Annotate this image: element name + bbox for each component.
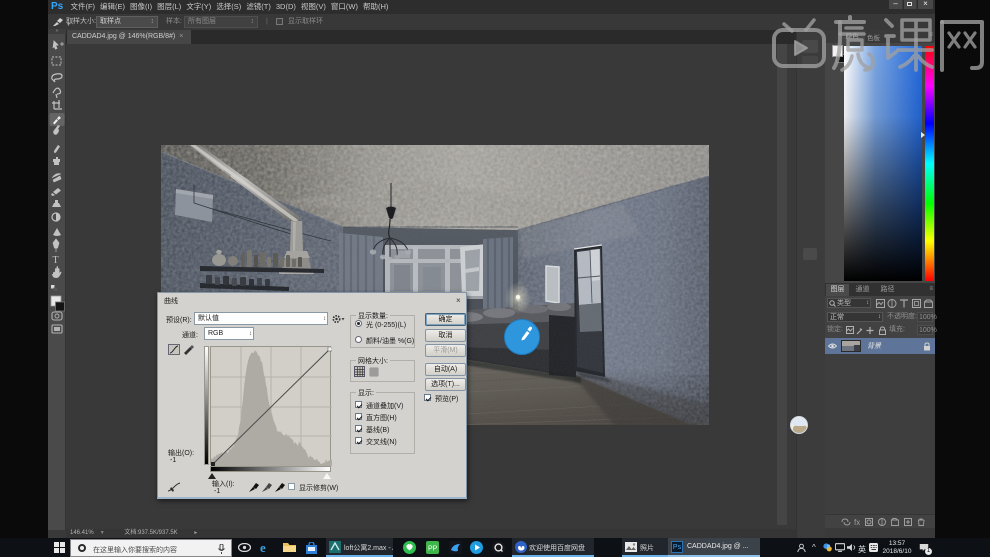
svg-text:T: T (53, 255, 59, 266)
svg-text:fx: fx (854, 518, 860, 526)
svg-text:PP: PP (428, 546, 438, 553)
